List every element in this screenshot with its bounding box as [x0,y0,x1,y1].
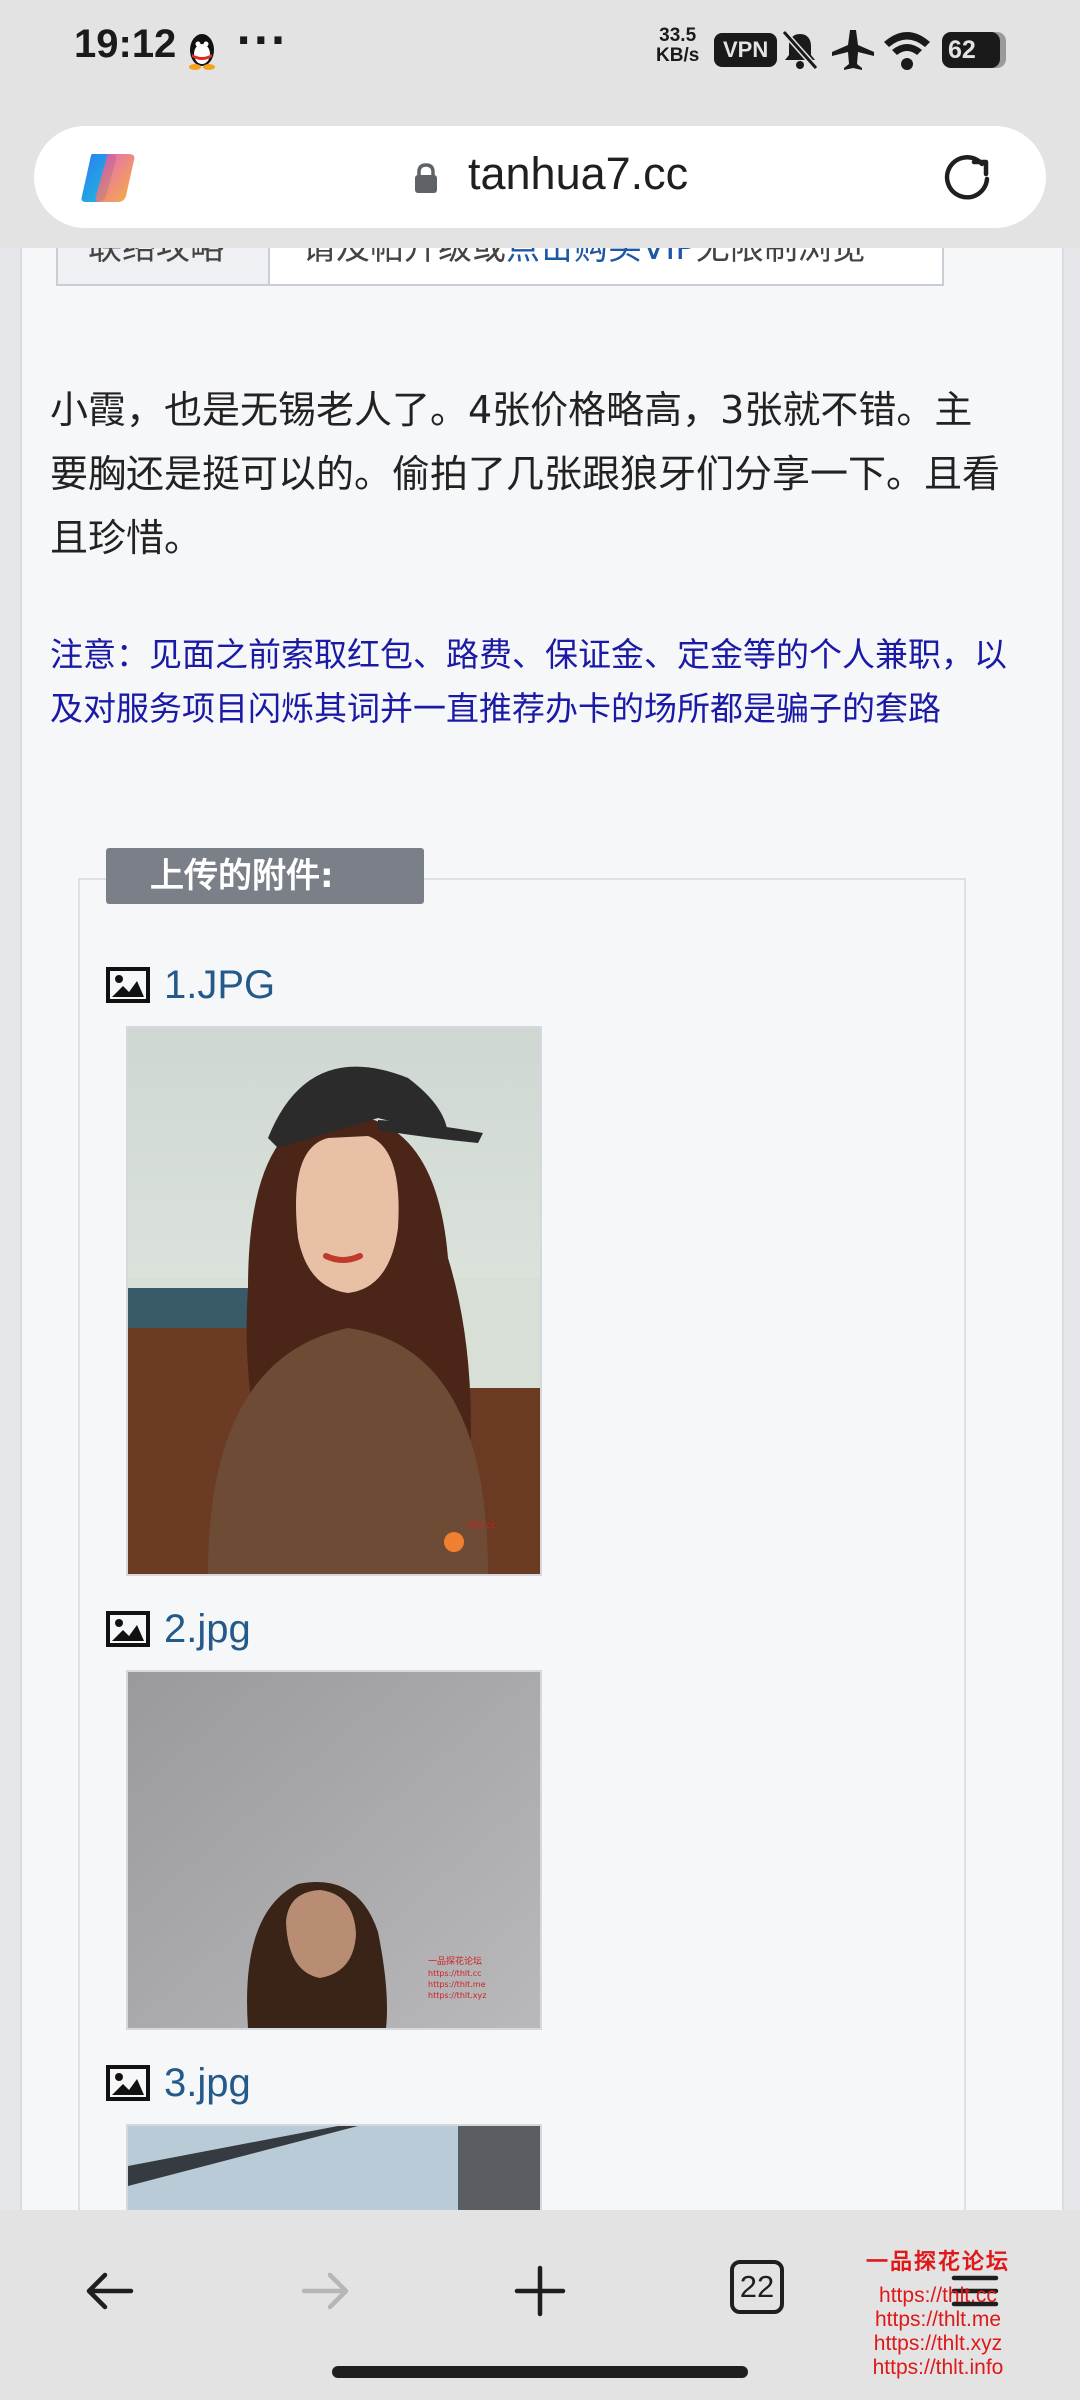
site-watermark: 一品探花论坛 https://thlt.cc https://thlt.me h… [858,2244,1018,2380]
svg-text:https://thlt.xyz: https://thlt.xyz [428,1991,486,2000]
tab-switcher-button[interactable]: 22 [730,2260,784,2314]
image-file-icon [106,2065,150,2101]
watermark-url: https://thlt.xyz [873,2332,1003,2355]
home-gesture-bar[interactable] [332,2366,748,2378]
vip-notice-table: 联络攻略 请及帖升级或点击购买VIP无限制浏览 [56,248,944,286]
attachment-image[interactable]: thlt.cc [126,1026,542,1576]
photo-partial [128,2126,540,2210]
attachments-legend: 上传的附件: [106,848,424,904]
vip-notice-label: 联络攻略 [88,248,224,268]
vip-notice-prefix: 请及帖升级或 [302,248,506,268]
buy-vip-link[interactable]: 点击购买VIP [506,248,696,268]
watermark-title: 一品探花论坛 [865,2249,1010,2275]
photo-woman-in-cap: thlt.cc [128,1028,540,1574]
status-time: 19:12 [74,22,177,66]
battery-indicator: 62 [942,32,1000,68]
new-tab-plus-icon[interactable] [505,2256,575,2326]
lock-icon[interactable] [412,162,440,196]
vip-notice-value-cell: 请及帖升级或点击购买VIP无限制浏览 [270,248,942,284]
wifi-icon [884,32,930,70]
attachment-link[interactable]: 3.jpg [164,2061,251,2106]
reload-icon[interactable] [940,152,994,206]
net-speed-value: 33.5 [659,25,697,46]
attachment-image[interactable]: 一品探花论坛 https://thlt.cc https://thlt.me h… [126,1670,542,2030]
vip-notice-label-cell: 联络攻略 [58,248,270,284]
attachment-title[interactable]: 3.jpg [106,2058,251,2108]
scam-warning-notice: 注意：见面之前索取红包、路费、保证金、定金等的个人兼职，以及对服务项目闪烁其词并… [50,635,1007,728]
status-bar: 19:12 ··· 33.5 KB/s VPN 62 [0,0,1080,100]
address-bar[interactable]: tanhua7.cc [34,126,1046,228]
url-text[interactable]: tanhua7.cc [468,148,688,200]
attachment-image[interactable] [126,2124,542,2210]
vip-notice-text: 请及帖升级或点击购买VIP无限制浏览 [302,248,866,269]
attachment-link[interactable]: 2.jpg [164,1607,251,1652]
forward-arrow-icon[interactable] [290,2256,360,2326]
svg-text:thlt.cc: thlt.cc [468,1521,496,1531]
watermark-url: https://thlt.cc [879,2284,997,2307]
image-file-icon [106,967,150,1003]
vip-notice-suffix: 无限制浏览 [695,248,866,268]
attachment-title[interactable]: 2.jpg [106,1604,251,1654]
photo-woman-indoor: 一品探花论坛 https://thlt.cc https://thlt.me h… [128,1672,540,2028]
attachment-title[interactable]: 1.JPG [106,960,275,1010]
web-page-viewport[interactable]: 联络攻略 请及帖升级或点击购买VIP无限制浏览 小霞，也是无锡老人了。4张价格略… [0,248,1080,2210]
net-speed: 33.5 KB/s [656,26,699,66]
airplane-mode-icon [832,30,874,70]
attachment-link[interactable]: 1.JPG [164,963,275,1008]
qq-icon [189,34,215,70]
image-file-icon [106,1611,150,1647]
post-body-text: 小霞，也是无锡老人了。4张价格略高，3张就不错。主要胸还是挺可以的。偷拍了几张跟… [50,388,1001,560]
copilot-icon[interactable] [78,148,140,208]
svg-text:https://thlt.me: https://thlt.me [428,1980,486,1989]
back-arrow-icon[interactable] [75,2256,145,2326]
watermark-url: https://thlt.info [872,2356,1004,2379]
bell-muted-icon [781,30,819,70]
status-more-icon: ··· [236,18,288,64]
watermark-url: https://thlt.me [874,2308,1002,2331]
svg-text:一品探花论坛: 一品探花论坛 [428,1955,482,1967]
vpn-badge: VPN [714,33,778,67]
svg-text:https://thlt.cc: https://thlt.cc [428,1969,482,1978]
net-speed-unit: KB/s [656,45,700,66]
